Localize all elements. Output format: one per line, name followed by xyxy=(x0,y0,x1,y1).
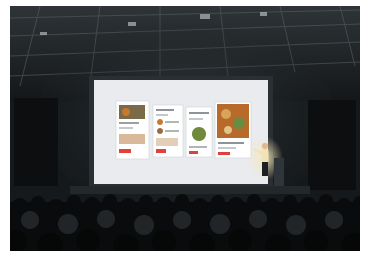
stage xyxy=(70,186,310,194)
left-speaker xyxy=(14,98,58,186)
app-mockup-2 xyxy=(152,104,184,158)
conference-photo xyxy=(10,6,360,251)
app-mockup-3 xyxy=(185,106,213,158)
app-mockup-1 xyxy=(115,100,150,160)
app-mockup-4 xyxy=(214,101,252,159)
podium xyxy=(274,158,284,186)
right-speaker xyxy=(308,100,356,190)
